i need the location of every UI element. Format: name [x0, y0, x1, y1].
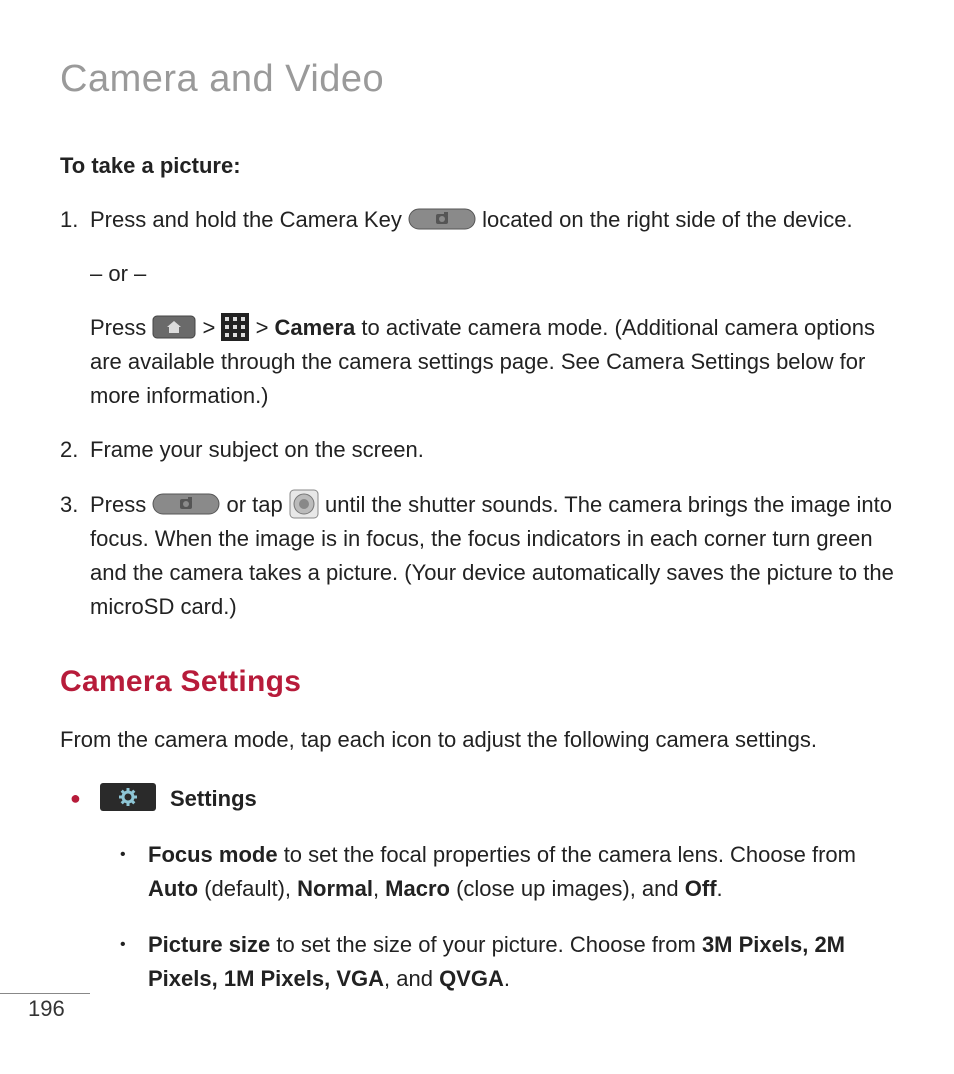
step-body: Press or tap until the shutter sounds. T…: [90, 488, 894, 624]
sub-bullet-body: Focus mode to set the focal properties o…: [148, 838, 894, 906]
text: ,: [373, 876, 385, 901]
page-number: 196: [28, 992, 65, 1026]
text: Off: [685, 876, 717, 901]
settings-label: Settings: [170, 782, 257, 816]
step-number: 2.: [60, 433, 90, 467]
camera-label: Camera: [275, 315, 356, 340]
step-number: 3.: [60, 488, 90, 624]
step-3: 3. Press or tap until the shutter sounds…: [60, 488, 894, 624]
text: .: [504, 966, 510, 991]
text: Auto: [148, 876, 198, 901]
shutter-button-icon: [289, 489, 319, 519]
settings-intro: From the camera mode, tap each icon to a…: [60, 723, 894, 757]
text: Picture size: [148, 932, 270, 957]
home-key-icon: [152, 315, 196, 339]
step-number: 1.: [60, 203, 90, 413]
sub-bullet-focus-mode: • Focus mode to set the focal properties…: [60, 838, 894, 906]
text: Macro: [385, 876, 450, 901]
text: (close up images), and: [450, 876, 685, 901]
text: to set the focal properties of the camer…: [278, 842, 856, 867]
text: to set the size of your picture. Choose …: [270, 932, 702, 957]
apps-grid-icon: [221, 313, 249, 341]
text: Frame your subject on the screen.: [90, 437, 424, 462]
text: Press and hold the Camera Key: [90, 207, 408, 232]
sub-bullet-dot-icon: •: [120, 928, 148, 996]
camera-key-icon: [408, 208, 476, 230]
sub-bullet-picture-size: • Picture size to set the size of your p…: [60, 928, 894, 996]
text: (default),: [198, 876, 297, 901]
sub-bullet-body: Picture size to set the size of your pic…: [148, 928, 894, 996]
settings-gear-icon: [100, 783, 156, 811]
text: or tap: [226, 492, 288, 517]
step-2: 2. Frame your subject on the screen.: [60, 433, 894, 467]
text: located on the right side of the device.: [482, 207, 853, 232]
bullet-dot-icon: ●: [70, 782, 100, 816]
or-text: – or –: [90, 257, 894, 291]
subheading: To take a picture:: [60, 149, 894, 183]
camera-key-icon: [152, 493, 220, 515]
step-body: Press and hold the Camera Key located on…: [90, 203, 894, 413]
text: Press: [90, 315, 152, 340]
text: >: [202, 315, 221, 340]
step-1: 1. Press and hold the Camera Key located…: [60, 203, 894, 413]
bullet-settings: ● Set: [60, 782, 894, 816]
text: Focus mode: [148, 842, 278, 867]
step-body: Frame your subject on the screen.: [90, 433, 894, 467]
text: >: [256, 315, 275, 340]
text: .: [717, 876, 723, 901]
text: QVGA: [439, 966, 504, 991]
camera-settings-heading: Camera Settings: [60, 659, 894, 706]
text: , and: [384, 966, 439, 991]
page-title: Camera and Video: [60, 50, 894, 109]
text: Normal: [297, 876, 373, 901]
text: Press: [90, 492, 152, 517]
sub-bullet-dot-icon: •: [120, 838, 148, 906]
